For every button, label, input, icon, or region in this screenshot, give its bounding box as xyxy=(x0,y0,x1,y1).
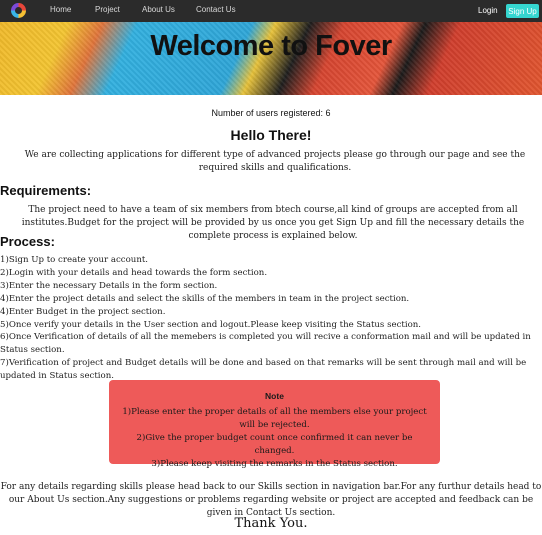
requirements-text: The project need to have a team of six m… xyxy=(21,205,525,241)
process-heading: Process: xyxy=(0,234,55,249)
note-line: 1)Please enter the proper details of all… xyxy=(122,407,427,430)
note-box: Note 1)Please enter the proper details o… xyxy=(109,380,440,469)
login-link[interactable]: Login xyxy=(478,6,498,15)
hero-banner: Welcome to Fover xyxy=(0,22,542,95)
navbar: Home Project About Us Contact Us Login S… xyxy=(0,0,542,22)
thank-you-text: Thank You. xyxy=(234,516,308,531)
signup-button[interactable]: Sign Up xyxy=(506,4,539,18)
nav-link-home[interactable]: Home xyxy=(50,5,71,14)
hero-title: Welcome to Fover xyxy=(150,30,392,62)
nav-link-about-us[interactable]: About Us xyxy=(142,5,175,14)
note-line: 3)Please keep visiting the remarks in th… xyxy=(151,459,398,469)
process-step: 1)Sign Up to create your account. xyxy=(0,255,149,265)
footer-text: For any details regarding skills please … xyxy=(0,482,542,518)
intro-heading: Hello There! xyxy=(230,127,312,143)
process-step: 4)Enter Budget in the project section. xyxy=(0,306,166,317)
requirements-heading: Requirements: xyxy=(0,183,92,198)
process-step: 3)Enter the necessary Details in the for… xyxy=(0,280,218,291)
logo-icon[interactable] xyxy=(11,3,26,18)
process-step: 6)Once Verification of details of all th… xyxy=(0,332,531,356)
note-line: 2)Give the proper budget count once conf… xyxy=(136,433,413,456)
process-step: 4)Enter the project details and select t… xyxy=(0,293,410,304)
users-registered-count: Number of users registered: 6 xyxy=(211,108,331,118)
note-title: Note xyxy=(265,391,284,401)
nav-link-project[interactable]: Project xyxy=(95,5,120,14)
nav-link-contact-us[interactable]: Contact Us xyxy=(196,5,236,14)
process-steps-list: 1)Sign Up to create your account. 2)Logi… xyxy=(0,254,540,383)
process-step: 2)Login with your details and head towar… xyxy=(0,267,268,278)
process-step: 5)Once verify your details in the User s… xyxy=(0,319,422,330)
intro-text: We are collecting applications for diffe… xyxy=(24,150,526,173)
